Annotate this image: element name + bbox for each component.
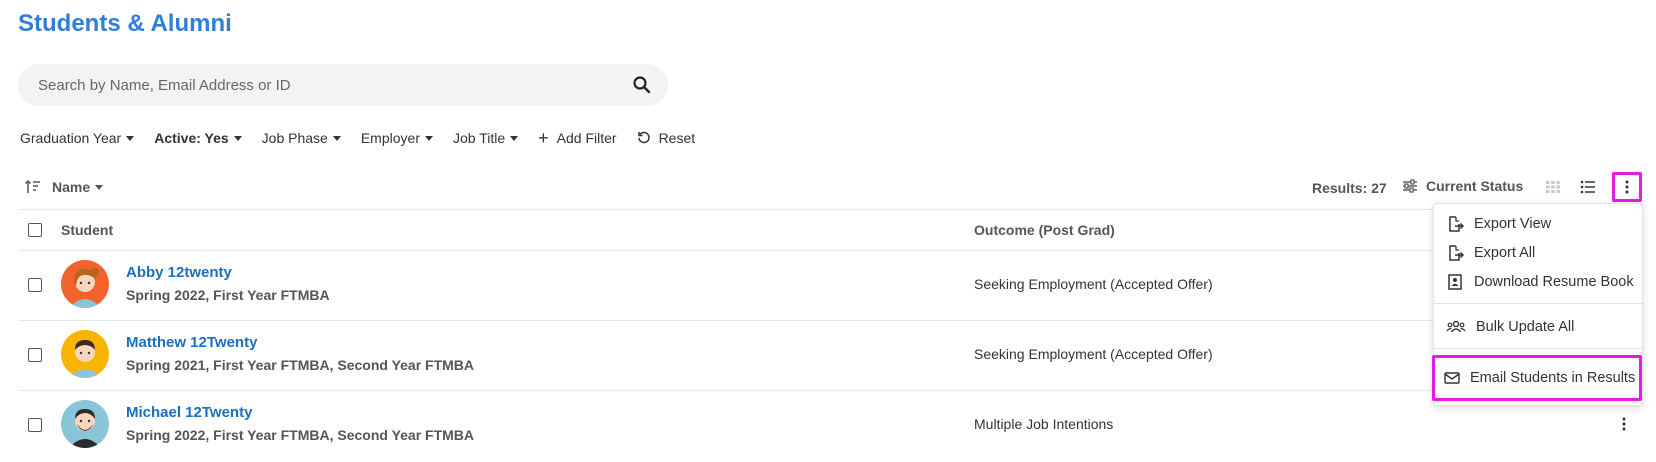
male-avatar-icon [61,330,109,378]
menu-item-label: Bulk Update All [1476,319,1575,335]
sort-icon[interactable] [24,178,42,196]
menu-item-label: Export All [1474,245,1536,261]
reset-button[interactable]: Reset [637,130,696,146]
student-details: Spring 2021, First Year FTMBA, Second Ye… [126,357,475,373]
menu-item-export-all[interactable]: Export All [1434,238,1644,268]
outcome-text: Seeking Employment (Accepted Offer) [974,346,1213,362]
export-icon [1449,216,1464,232]
grid-view-icon[interactable] [1545,179,1561,195]
column-header-outcome: Outcome (Post Grad) [974,222,1115,238]
menu-item-label: Download Resume Book [1474,274,1634,290]
outcome-text: Multiple Job Intentions [974,416,1114,432]
more-vertical-icon [1622,417,1626,431]
add-filter-label: Add Filter [556,130,617,146]
results-count: Results: 27 [1312,180,1387,196]
caret-down-icon [126,135,135,141]
current-status-button[interactable]: Current Status [1402,178,1523,194]
search-bar [18,64,668,106]
status-label: Current Status [1426,178,1524,194]
export-icon [1449,245,1464,261]
student-details: Spring 2022, First Year FTMBA [126,287,330,303]
sort-label: Name [52,179,91,195]
menu-divider [1434,348,1644,349]
more-options-menu: Export View Export All Download Resume B… [1432,203,1644,406]
student-details: Spring 2022, First Year FTMBA, Second Ye… [126,427,475,443]
reset-label: Reset [658,130,696,146]
filter-job-title[interactable]: Job Title [452,130,519,146]
reset-icon [637,131,650,144]
sort-by-name-dropdown[interactable]: Name [52,179,104,195]
menu-item-label: Export View [1474,216,1552,232]
table-row[interactable]: Michael 12Twenty Spring 2022, First Year… [0,390,1656,460]
menu-divider [1434,303,1644,304]
select-all-checkbox[interactable] [28,223,42,237]
filter-graduation-year[interactable]: Graduation Year [20,130,135,146]
filter-label: Job Title [452,130,506,146]
caret-down-icon [95,184,104,190]
filter-label: Active: Yes [154,130,229,146]
envelope-icon [1444,372,1460,384]
search-icon[interactable] [632,75,652,95]
filter-active[interactable]: Active: Yes [154,130,242,146]
resume-book-icon [1448,274,1462,290]
row-checkbox[interactable] [28,348,42,362]
list-toolbar: Name Results: 27 Current Status [0,168,1656,208]
filter-bar: Graduation Year Active: Yes Job Phase Em… [20,128,695,148]
filter-employer[interactable]: Employer [361,130,433,146]
female-avatar-icon [61,260,109,308]
search-input[interactable] [18,64,618,106]
caret-down-icon [424,135,433,141]
menu-item-export-view[interactable]: Export View [1434,209,1644,239]
column-header-student: Student [61,222,114,238]
filter-label: Graduation Year [20,130,122,146]
more-options-button[interactable] [1612,172,1642,202]
users-icon [1446,320,1466,333]
row-checkbox[interactable] [28,278,42,292]
filter-label: Employer [360,130,420,146]
plus-icon: + [538,128,549,148]
caret-down-icon [332,135,341,141]
page-title: Students & Alumni [18,10,232,37]
menu-item-label: Email Students in Results [1470,370,1636,386]
student-name-link[interactable]: Abby 12twenty [126,264,232,281]
more-vertical-icon [1625,180,1629,194]
row-checkbox[interactable] [28,418,42,432]
filter-label: Job Phase [261,130,328,146]
list-view-icon[interactable] [1580,179,1596,195]
filter-job-phase[interactable]: Job Phase [262,130,341,146]
add-filter-button[interactable]: + Add Filter [538,129,616,147]
menu-item-download-resume-book[interactable]: Download Resume Book [1434,267,1644,297]
table-row[interactable]: Abby 12twenty Spring 2022, First Year FT… [0,250,1656,320]
table-row[interactable]: Matthew 12Twenty Spring 2021, First Year… [0,320,1656,390]
student-name-link[interactable]: Michael 12Twenty [126,404,252,421]
row-more-options-button[interactable] [1614,412,1634,436]
bearded-avatar-icon [61,400,109,448]
sliders-icon [1403,179,1417,193]
caret-down-icon [233,135,242,141]
outcome-text: Seeking Employment (Accepted Offer) [974,276,1213,292]
menu-item-bulk-update-all[interactable]: Bulk Update All [1434,312,1644,342]
menu-item-email-students[interactable]: Email Students in Results [1432,355,1642,401]
student-name-link[interactable]: Matthew 12Twenty [126,334,257,351]
table-header: Student Outcome (Post Grad) [0,210,1656,250]
caret-down-icon [510,135,519,141]
